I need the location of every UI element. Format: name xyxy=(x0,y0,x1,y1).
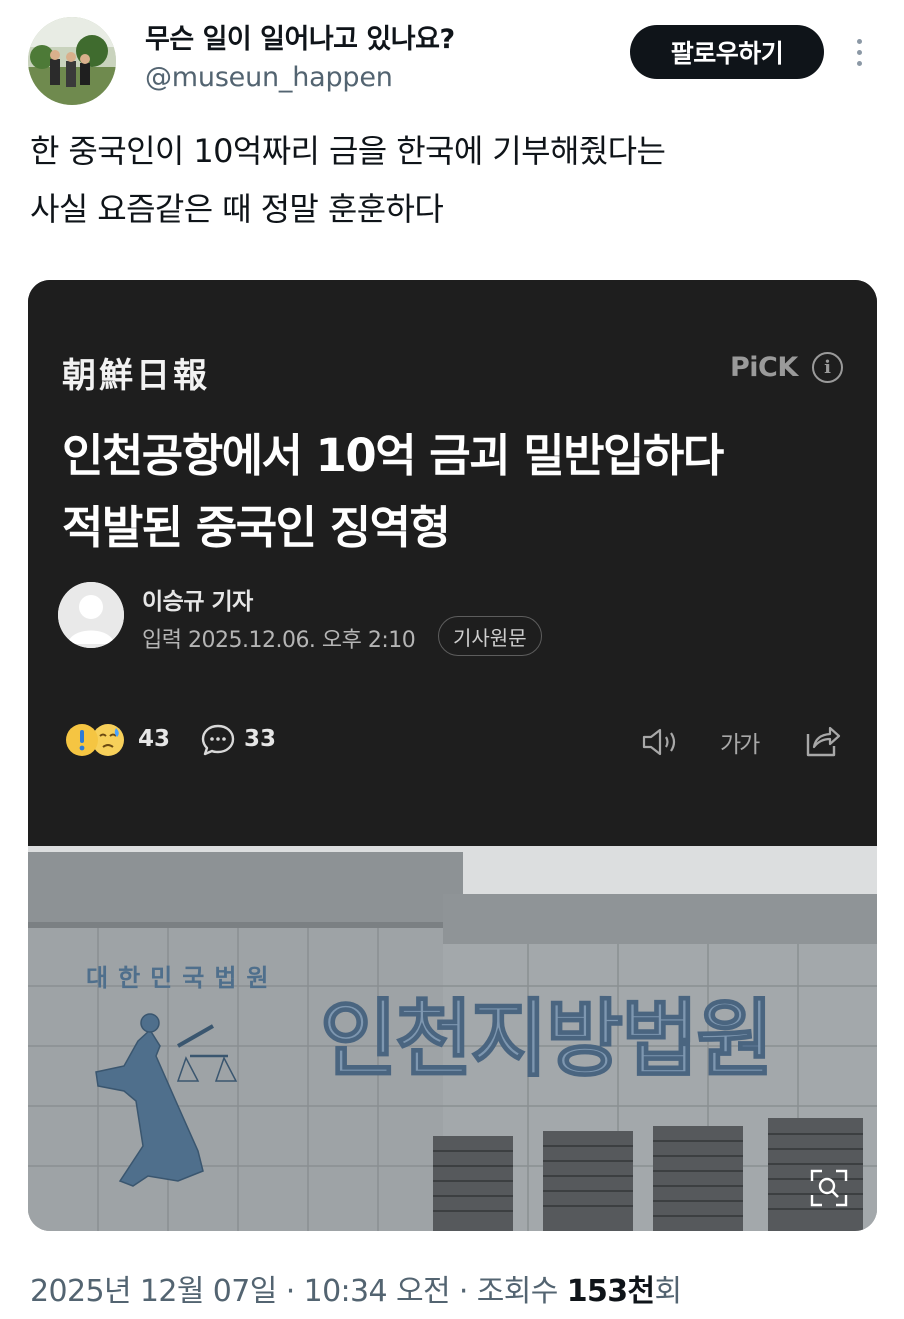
photo-emblem-letters: 대한민국법원 xyxy=(86,965,278,992)
tweet-text-line: 사실 요즘같은 때 정말 훈훈하다 xyxy=(30,190,444,228)
article-headline: 인천공항에서 10억 금괴 밀반입하다 적발된 중국인 징역형 xyxy=(62,420,862,564)
author-avatar xyxy=(58,582,124,648)
comment-icon[interactable] xyxy=(200,723,236,757)
views-suffix: 회 xyxy=(654,1274,683,1309)
article-link-card[interactable]: 朝鮮日報 PiCK i 인천공항에서 10억 금괴 밀반입하다 적발된 중국인 … xyxy=(28,280,877,1231)
article-header-panel: 朝鮮日報 PiCK i 인천공항에서 10억 금괴 밀반입하다 적발된 중국인 … xyxy=(28,280,877,846)
publisher-logo: 朝鮮日報 xyxy=(62,356,210,396)
headline-line: 인천공항에서 10억 금괴 밀반입하다 xyxy=(62,429,724,482)
original-article-button[interactable]: 기사원문 xyxy=(438,616,542,656)
author-name[interactable]: 이승규 기자 xyxy=(142,582,253,616)
user-handle[interactable]: @museun_happen xyxy=(145,62,393,93)
more-vertical-icon[interactable] xyxy=(845,30,873,74)
headline-line: 적발된 중국인 징역형 xyxy=(62,501,451,554)
speaker-icon[interactable] xyxy=(640,726,682,758)
more-dot xyxy=(856,38,862,44)
tweet-text-line: 한 중국인이 10억짜리 금을 한국에 기부해줬다는 xyxy=(30,132,666,170)
avatar-photo xyxy=(28,17,116,105)
display-name[interactable]: 무슨 일이 일어나고 있나요? xyxy=(145,17,455,56)
profile-avatar[interactable] xyxy=(28,17,116,105)
share-icon[interactable] xyxy=(804,722,842,758)
default-person-icon xyxy=(58,582,124,648)
follow-button[interactable]: 팔로우하기 xyxy=(630,25,824,79)
photo-building-sign: 인천지방법원 xyxy=(320,990,772,1088)
published-at: 입력 2025.12.06. 오후 2:10 xyxy=(142,628,416,653)
views-count: 153천 xyxy=(566,1274,655,1309)
timestamp-text: 2025년 12월 07일 · 10:34 오전 · 조회수 xyxy=(30,1274,558,1309)
font-size-icon[interactable]: 가가 xyxy=(720,725,760,759)
zoom-icon[interactable] xyxy=(808,1167,850,1209)
tweet-timestamp[interactable]: 2025년 12월 07일 · 10:34 오전 · 조회수 153천회 xyxy=(30,1266,682,1310)
comment-count: 33 xyxy=(244,726,277,752)
more-dot xyxy=(856,49,862,55)
reaction-count: 43 xyxy=(138,726,171,752)
more-dot xyxy=(856,60,862,66)
tweet-text: 한 중국인이 10억짜리 금을 한국에 기부해줬다는 사실 요즘같은 때 정말 … xyxy=(30,122,870,238)
pick-label: PiCK xyxy=(730,352,798,383)
info-icon[interactable]: i xyxy=(812,352,843,383)
article-photo: 대한민국법원 인천지방법원 xyxy=(28,846,877,1231)
surprised-emoji-icon[interactable] xyxy=(66,724,98,756)
